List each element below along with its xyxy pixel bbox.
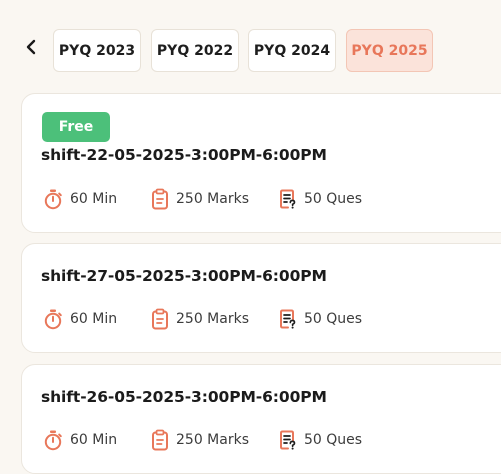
paper-title: shift-22-05-2025-3:00PM-6:00PM [41, 146, 327, 164]
marks-text: 250 Marks [176, 432, 249, 448]
tab-pyq-2022[interactable]: PYQ 2022 [151, 29, 239, 72]
marks-info: 250 Marks [150, 308, 278, 330]
duration-info: 60 Min [42, 188, 150, 210]
stopwatch-icon [44, 189, 62, 210]
tab-pyq-2024[interactable]: PYQ 2024 [248, 29, 336, 72]
paper-meta: 60 Min 250 Marks 50 Ques [42, 308, 362, 330]
free-badge: Free [42, 112, 110, 142]
duration-text: 60 Min [70, 432, 118, 448]
questions-info: 50 Ques [278, 188, 362, 210]
paper-title: shift-27-05-2025-3:00PM-6:00PM [41, 267, 327, 285]
clipboard-icon [152, 188, 168, 210]
back-button[interactable] [20, 36, 42, 58]
chevron-left-icon [26, 39, 36, 55]
marks-text: 250 Marks [176, 191, 249, 207]
clipboard-icon [152, 308, 168, 330]
paper-meta: 60 Min 250 Marks 50 Ques [42, 188, 362, 210]
question-list-icon [280, 309, 296, 329]
paper-card[interactable]: shift-26-05-2025-3:00PM-6:00PM 60 Min 25… [21, 364, 501, 474]
questions-text: 50 Ques [304, 191, 363, 207]
tab-pyq-2023[interactable]: PYQ 2023 [53, 29, 141, 72]
tab-pyq-2025[interactable]: PYQ 2025 [346, 29, 433, 72]
questions-text: 50 Ques [304, 311, 363, 327]
marks-info: 250 Marks [150, 188, 278, 210]
duration-text: 60 Min [70, 311, 118, 327]
duration-text: 60 Min [70, 191, 118, 207]
questions-text: 50 Ques [304, 432, 363, 448]
questions-info: 50 Ques [278, 308, 362, 330]
paper-card[interactable]: Free shift-22-05-2025-3:00PM-6:00PM 60 M… [21, 93, 501, 233]
paper-card[interactable]: shift-27-05-2025-3:00PM-6:00PM 60 Min 25… [21, 243, 501, 353]
duration-info: 60 Min [42, 308, 150, 330]
paper-title: shift-26-05-2025-3:00PM-6:00PM [41, 388, 327, 406]
marks-text: 250 Marks [176, 311, 249, 327]
stopwatch-icon [44, 309, 62, 330]
question-list-icon [280, 189, 296, 209]
pyq-year-header: PYQ 2023 PYQ 2022 PYQ 2024 PYQ 2025 [0, 0, 501, 92]
